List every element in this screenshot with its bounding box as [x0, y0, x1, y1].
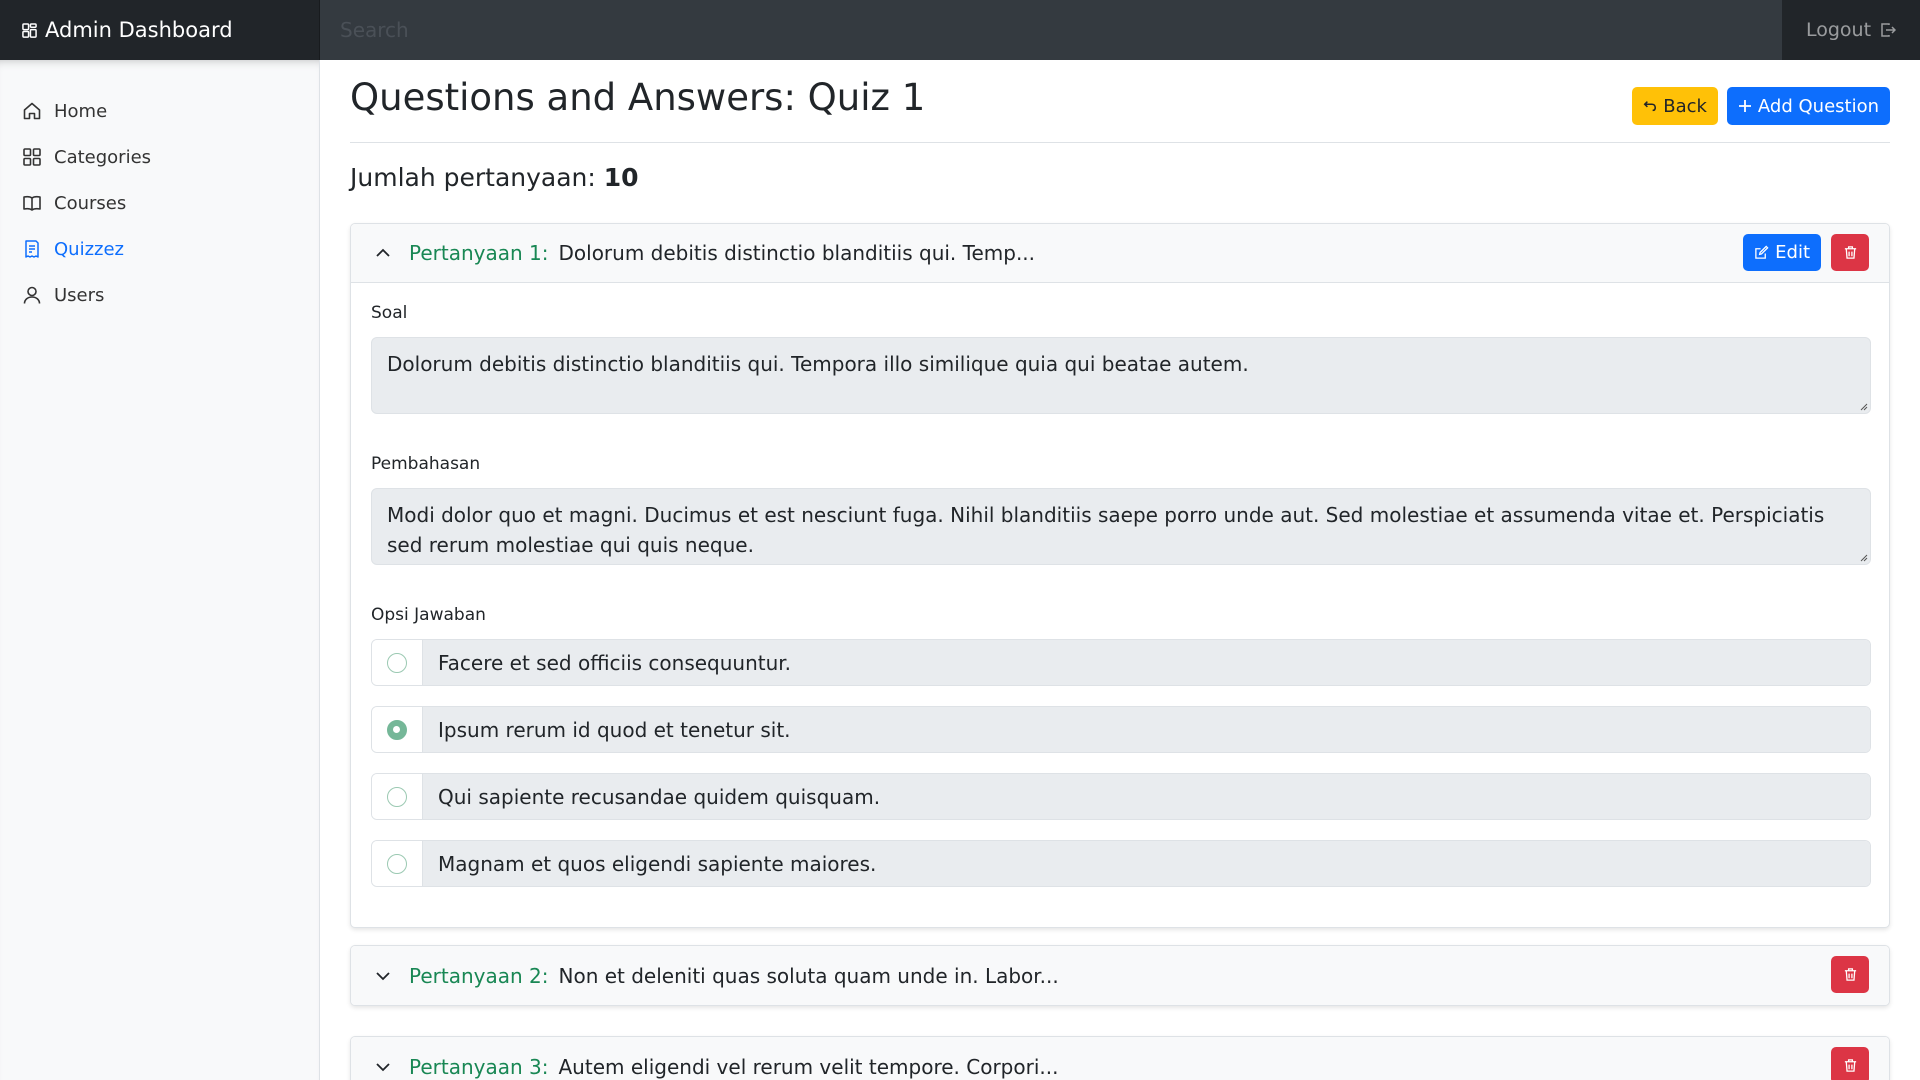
quiz-icon	[25, 240, 39, 258]
grid-icon	[23, 148, 41, 166]
sidebar-item-courses[interactable]: Courses	[0, 180, 319, 226]
sidebar-item-label: Categories	[54, 146, 152, 168]
answer-radio-cell	[372, 640, 423, 685]
pembahasan-label: Pembahasan	[371, 454, 481, 474]
chevron-down-icon[interactable]	[375, 968, 391, 984]
question-item: Pertanyaan 3: Autem eligendi vel rerum v…	[350, 1036, 1890, 1080]
question-actions: Edit	[1743, 234, 1869, 271]
pembahasan-textarea[interactable]: Modi dolor quo et magni. Ducimus et est …	[371, 488, 1871, 565]
book-icon	[23, 195, 41, 211]
answer-option: Magnam et quos eligendi sapiente maiores…	[371, 840, 1871, 887]
question-label: Pertanyaan 1:	[409, 241, 549, 265]
user-icon	[23, 286, 41, 304]
trash-icon	[1844, 968, 1856, 981]
add-question-label: Add Question	[1757, 95, 1879, 117]
answer-option: Ipsum rerum id quod et tenetur sit.	[371, 706, 1871, 753]
answer-radio-checked[interactable]	[387, 719, 407, 740]
question-preview: Dolorum debitis distinctio blanditiis qu…	[558, 241, 1036, 265]
answer-radio[interactable]	[387, 786, 407, 807]
search-input[interactable]	[320, 0, 1782, 60]
edit-label: Edit	[1775, 242, 1810, 263]
trash-icon	[1844, 246, 1856, 259]
question-preview: Autem eligendi vel rerum velit tempore. …	[558, 1054, 1059, 1079]
answer-text: Magnam et quos eligendi sapiente maiores…	[423, 841, 1870, 886]
main-content: Questions and Answers: Quiz 1 Back Add Q…	[350, 60, 1890, 1080]
logout-icon	[1881, 23, 1897, 37]
page-title: Questions and Answers: Quiz 1	[350, 76, 926, 119]
edit-icon	[1755, 245, 1769, 259]
question-label: Pertanyaan 3:	[409, 1054, 549, 1079]
chevron-up-icon[interactable]	[375, 245, 391, 261]
home-icon	[23, 102, 41, 120]
logout-button[interactable]: Logout	[1782, 0, 1920, 60]
question-header[interactable]: Pertanyaan 3: Autem eligendi vel rerum v…	[351, 1037, 1889, 1080]
question-item: Pertanyaan 2: Non et deleniti quas solut…	[350, 945, 1890, 1006]
answer-text: Ipsum rerum id quod et tenetur sit.	[423, 707, 1870, 752]
answer-option: Facere et sed officiis consequuntur.	[371, 639, 1871, 686]
top-navbar: Admin Dashboard Logout	[0, 0, 1920, 60]
back-label: Back	[1663, 95, 1707, 117]
answer-radio[interactable]	[387, 652, 407, 673]
answer-text: Qui sapiente recusandae quidem quisquam.	[423, 774, 1870, 819]
question-actions	[1831, 956, 1869, 993]
question-count-value: 10	[603, 163, 639, 192]
question-body: Soal Dolorum debitis distinctio blanditi…	[351, 283, 1889, 927]
edit-button[interactable]: Edit	[1743, 234, 1821, 271]
chevron-down-icon[interactable]	[375, 1059, 391, 1075]
question-header[interactable]: Pertanyaan 2: Non et deleniti quas solut…	[351, 946, 1889, 1005]
resize-grip-icon[interactable]	[1858, 401, 1868, 411]
resize-grip-icon[interactable]	[1858, 552, 1868, 562]
delete-button[interactable]	[1831, 1047, 1869, 1080]
sidebar-item-quizzez[interactable]: Quizzez	[0, 226, 319, 272]
options-label: Opsi Jawaban	[371, 605, 486, 625]
sidebar-item-label: Home	[54, 100, 108, 122]
sidebar-item-home[interactable]: Home	[0, 88, 319, 134]
question-actions	[1831, 1047, 1869, 1080]
answer-radio-cell	[372, 841, 423, 886]
logout-label: Logout	[1805, 19, 1872, 41]
question-count: Jumlah pertanyaan: 10	[350, 163, 1890, 203]
question-item: Pertanyaan 1: Dolorum debitis distinctio…	[350, 223, 1890, 928]
sidebar: Home Categories Courses Quizzez Users	[0, 60, 320, 1080]
back-button[interactable]: Back	[1632, 87, 1718, 125]
sidebar-item-label: Quizzez	[54, 238, 124, 260]
delete-button[interactable]	[1831, 956, 1869, 993]
answer-text: Facere et sed officiis consequuntur.	[423, 640, 1870, 685]
answer-option: Qui sapiente recusandae quidem quisquam.	[371, 773, 1871, 820]
plus-icon	[1738, 100, 1751, 112]
soal-textarea[interactable]: Dolorum debitis distinctio blanditiis qu…	[371, 337, 1871, 414]
soal-label: Soal	[371, 303, 408, 323]
sidebar-item-users[interactable]: Users	[0, 272, 319, 318]
answer-radio-cell	[372, 774, 423, 819]
question-header[interactable]: Pertanyaan 1: Dolorum debitis distinctio…	[351, 224, 1889, 283]
answer-radio[interactable]	[387, 853, 407, 874]
back-arrow-icon	[1643, 101, 1657, 112]
sidebar-item-label: Courses	[54, 192, 127, 214]
soal-text: Dolorum debitis distinctio blanditiis qu…	[387, 352, 1249, 376]
question-count-label: Jumlah pertanyaan:	[350, 163, 596, 192]
question-preview: Non et deleniti quas soluta quam unde in…	[558, 963, 1059, 988]
sidebar-item-categories[interactable]: Categories	[0, 134, 319, 180]
question-label: Pertanyaan 2:	[409, 963, 549, 988]
dashboard-icon	[22, 22, 37, 38]
trash-icon	[1844, 1059, 1856, 1072]
brand-label: Admin Dashboard	[45, 18, 233, 42]
brand[interactable]: Admin Dashboard	[0, 0, 320, 60]
page-header: Questions and Answers: Quiz 1 Back Add Q…	[350, 60, 1890, 143]
header-actions: Back Add Question	[1632, 87, 1890, 125]
delete-button[interactable]	[1831, 234, 1869, 271]
add-question-button[interactable]: Add Question	[1726, 87, 1890, 125]
pembahasan-text: Modi dolor quo et magni. Ducimus et est …	[387, 503, 1825, 557]
sidebar-item-label: Users	[54, 284, 105, 306]
answer-radio-cell	[372, 707, 423, 752]
